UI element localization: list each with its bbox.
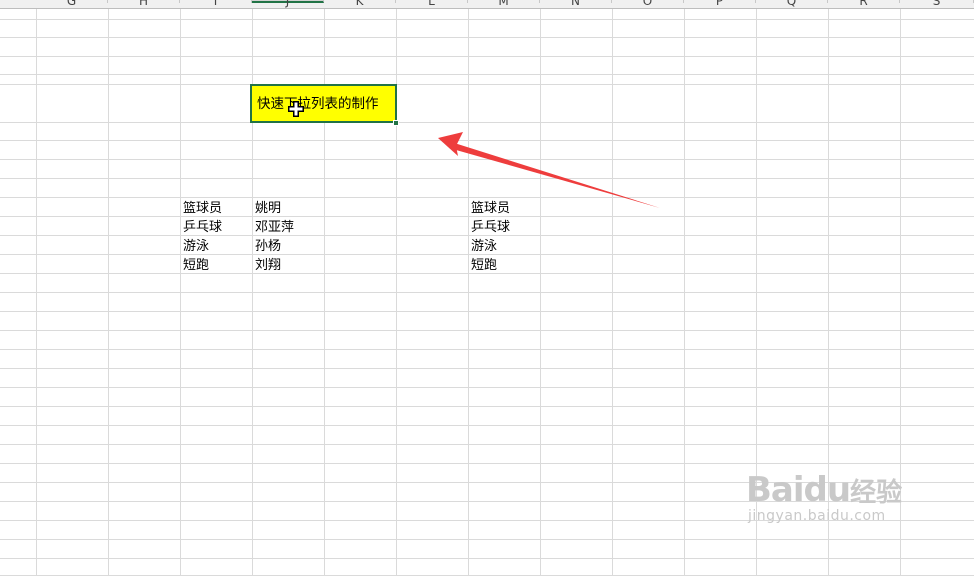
- spreadsheet: G H I J K L M N O P Q R S 篮球员 乒乓球 游泳 短跑 …: [0, 0, 974, 576]
- watermark-brand: Baidu: [746, 470, 851, 510]
- watermark-url: jingyan.baidu.com: [748, 508, 886, 524]
- watermark-cn: 经验: [850, 478, 903, 508]
- baidu-watermark: Baidu经验 jingyan.baidu.com: [746, 470, 902, 524]
